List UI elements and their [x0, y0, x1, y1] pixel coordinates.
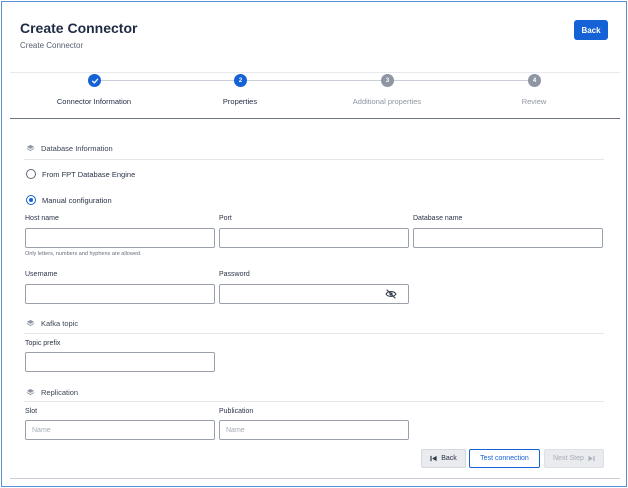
step-4-label: Review: [521, 97, 547, 106]
layers-icon: [26, 388, 35, 395]
step-3-indicator[interactable]: 3: [381, 74, 394, 87]
option-manual-config-label: Manual configuration: [42, 195, 112, 205]
breadcrumb: Create Connector: [20, 41, 84, 50]
test-connection-button[interactable]: Test connection: [469, 449, 540, 468]
username-label: Username: [25, 271, 58, 278]
section-replication-title: Replication: [41, 388, 79, 397]
section-divider: [24, 333, 604, 334]
topic-prefix-input[interactable]: [25, 352, 215, 372]
page-title: Create Connector: [20, 20, 138, 36]
section-replication: Replication: [26, 388, 78, 397]
stepper-track: [94, 80, 534, 81]
previous-step-label: Back: [441, 455, 457, 462]
next-step-button[interactable]: Next Step: [544, 449, 604, 468]
database-name-label: Database name: [413, 215, 463, 222]
host-name-label: Host name: [25, 215, 59, 222]
layers-icon: [26, 144, 35, 151]
eye-off-icon[interactable]: [385, 289, 397, 299]
check-icon: [91, 78, 98, 84]
stepper-divider: [10, 118, 620, 119]
step-1-label: Connector Information: [56, 97, 132, 106]
create-connector-page: Create Connector Create Connector Back 2…: [1, 1, 627, 487]
slot-label: Slot: [25, 408, 38, 415]
step-2-label: Properties: [222, 97, 258, 106]
header-divider: [10, 72, 620, 73]
password-input[interactable]: [219, 284, 409, 304]
layers-icon: [26, 319, 35, 326]
next-step-label: Next Step: [553, 455, 584, 462]
step-3-label: Additional properties: [352, 97, 422, 106]
step-4-indicator[interactable]: 4: [528, 74, 541, 87]
topic-prefix-label: Topic prefix: [25, 340, 61, 347]
publication-label: Publication: [219, 408, 254, 415]
publication-input[interactable]: [219, 420, 409, 440]
radio-fpt-engine[interactable]: [26, 169, 36, 179]
skip-back-icon: [430, 455, 437, 462]
previous-step-button[interactable]: Back: [421, 449, 466, 468]
step-2-indicator[interactable]: 2: [234, 74, 247, 87]
password-label: Password: [219, 271, 250, 278]
section-divider: [24, 159, 604, 160]
username-input[interactable]: [25, 284, 215, 304]
host-name-input[interactable]: [25, 228, 215, 248]
section-kafka: Kafka topic: [26, 319, 78, 328]
section-database: Database Information: [26, 144, 113, 153]
skip-forward-icon: [588, 455, 595, 462]
port-input[interactable]: [219, 228, 409, 248]
host-name-hint: Only letters, numbers and hyphens are al…: [25, 251, 142, 257]
option-fpt-engine-label: From FPT Database Engine: [42, 169, 136, 179]
database-name-input[interactable]: [413, 228, 603, 248]
port-label: Port: [219, 215, 232, 222]
step-1-indicator[interactable]: [88, 74, 101, 87]
option-manual-config[interactable]: Manual configuration: [26, 195, 112, 205]
section-kafka-title: Kafka topic: [41, 319, 79, 328]
slot-input[interactable]: [25, 420, 215, 440]
radio-manual-config[interactable]: [26, 195, 36, 205]
back-button[interactable]: Back: [574, 20, 608, 40]
section-divider: [24, 401, 604, 402]
option-fpt-engine[interactable]: From FPT Database Engine: [26, 169, 135, 179]
section-database-title: Database Information: [41, 144, 113, 153]
footer-divider: [10, 478, 620, 479]
